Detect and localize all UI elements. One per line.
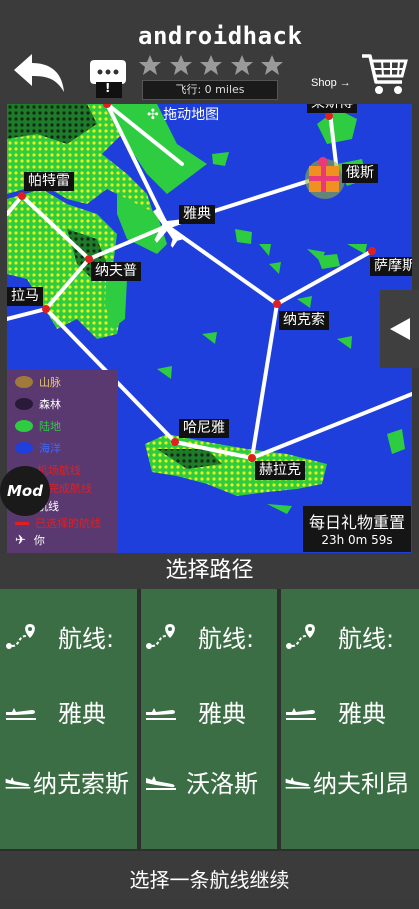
arrow-left-icon xyxy=(390,318,410,340)
route-label: 航线: xyxy=(338,625,395,653)
legend-label: 山脉 xyxy=(39,376,61,389)
city-label[interactable]: 萨摩斯 xyxy=(370,257,412,276)
city-label[interactable]: 赫拉克 xyxy=(255,461,305,480)
route-card[interactable]: 航线: 雅典 沃洛斯 xyxy=(141,589,277,849)
gift-icon xyxy=(305,157,345,199)
arrival-row: 纳夫利昂 xyxy=(284,764,419,799)
map-legend: 山脉 森林 陆地 海洋 机场航线 已完成航线 已选择的航线 航线 ✈ 你 xyxy=(7,370,118,553)
message-button[interactable]: ! xyxy=(88,58,128,98)
route-label: 航线: xyxy=(198,625,255,653)
star-icon xyxy=(169,55,192,75)
route-row: 航线: xyxy=(144,619,280,654)
route-pin-icon xyxy=(286,623,315,649)
arrival-row: 沃洛斯 xyxy=(144,764,280,799)
shop-label[interactable]: Shop → xyxy=(311,77,351,89)
city-label[interactable]: 帕特雷 xyxy=(24,172,74,191)
back-arrow-icon[interactable] xyxy=(10,52,68,94)
route-pin-icon xyxy=(6,623,35,649)
username: androidhack xyxy=(138,22,303,50)
legend-swatch xyxy=(15,420,33,432)
legend-item: 海洋 xyxy=(15,440,61,456)
arrival-row: 纳克索斯 xyxy=(4,764,141,799)
departure-row: 雅典 xyxy=(284,694,419,729)
route-label: 航线: xyxy=(58,625,115,653)
city-label[interactable]: 拉马 xyxy=(7,287,43,306)
legend-label: 陆地 xyxy=(39,420,61,433)
continue-hint: 选择一条航线继续 xyxy=(0,851,419,898)
legend-swatch xyxy=(15,521,29,525)
legend-item: 山脉 xyxy=(15,374,61,390)
arrival-city: 纳夫利昂 xyxy=(313,770,409,798)
shopping-cart-icon[interactable] xyxy=(360,52,410,96)
legend-label: 你 xyxy=(33,534,45,547)
flight-distance: 飞行: 0 miles xyxy=(142,80,278,100)
daily-gift-title: 每日礼物重置 xyxy=(308,513,405,532)
legend-label: 海洋 xyxy=(39,442,61,455)
star-icon xyxy=(230,55,253,75)
landing-icon xyxy=(146,775,176,790)
departure-city: 雅典 xyxy=(58,700,106,728)
landing-icon xyxy=(5,776,31,789)
legend-item: ✈ 你 xyxy=(15,532,45,548)
route-card[interactable]: 航线: 雅典 纳夫利昂 xyxy=(281,589,419,849)
route-row: 航线: xyxy=(284,619,419,654)
city-label[interactable]: 莱斯博 xyxy=(307,104,357,113)
city-label[interactable]: 雅典 xyxy=(179,205,215,224)
daily-gift-timer: 23h 0m 59s xyxy=(321,533,393,547)
legend-item: 已选择的航线 xyxy=(15,515,101,531)
legend-item: 陆地 xyxy=(15,418,61,434)
takeoff-icon xyxy=(6,707,36,720)
takeoff-icon xyxy=(286,707,316,720)
route-row: 航线: xyxy=(4,619,141,654)
star-icon xyxy=(200,55,222,75)
airplane-icon: ✈ xyxy=(15,532,26,548)
arrival-city: 沃洛斯 xyxy=(186,770,258,798)
city-label[interactable]: 哈尼雅 xyxy=(179,419,229,438)
legend-item: 森林 xyxy=(15,396,61,412)
legend-swatch xyxy=(15,398,33,410)
drag-map-label: 拖动地图 xyxy=(163,107,220,123)
star-icon xyxy=(139,55,161,75)
star-icon xyxy=(261,55,283,75)
mod-badge[interactable]: Mod xyxy=(0,466,50,516)
departure-row: 雅典 xyxy=(144,694,280,729)
route-select-title: 选择路径 xyxy=(0,553,419,589)
rating-stars xyxy=(137,54,285,76)
city-label[interactable]: 纳克索 xyxy=(279,311,329,330)
city-label[interactable]: 纳夫普 xyxy=(91,262,141,281)
route-cards: 航线: 雅典 纳克索斯 航线: 雅典 沃洛斯 航线: 雅典 纳夫利昂 xyxy=(0,589,419,851)
legend-swatch xyxy=(15,376,33,388)
daily-gift-panel[interactable]: 每日礼物重置 23h 0m 59s xyxy=(303,506,411,552)
legend-label: 已选择的航线 xyxy=(35,517,101,530)
landing-icon xyxy=(285,776,311,789)
departure-city: 雅典 xyxy=(198,700,246,728)
arrival-city: 纳克索斯 xyxy=(33,770,129,798)
drag-map-hint: ✣ 拖动地图 xyxy=(147,107,220,123)
legend-swatch xyxy=(15,442,33,454)
departure-row: 雅典 xyxy=(4,694,141,729)
legend-label: 森林 xyxy=(39,398,61,411)
city-label[interactable]: 俄斯 xyxy=(342,164,378,183)
message-badge: ! xyxy=(105,81,111,95)
departure-city: 雅典 xyxy=(338,700,386,728)
route-pin-icon xyxy=(146,623,175,649)
route-card[interactable]: 航线: 雅典 纳克索斯 xyxy=(0,589,137,849)
expand-panel-button[interactable] xyxy=(380,290,419,368)
takeoff-icon xyxy=(146,707,176,720)
